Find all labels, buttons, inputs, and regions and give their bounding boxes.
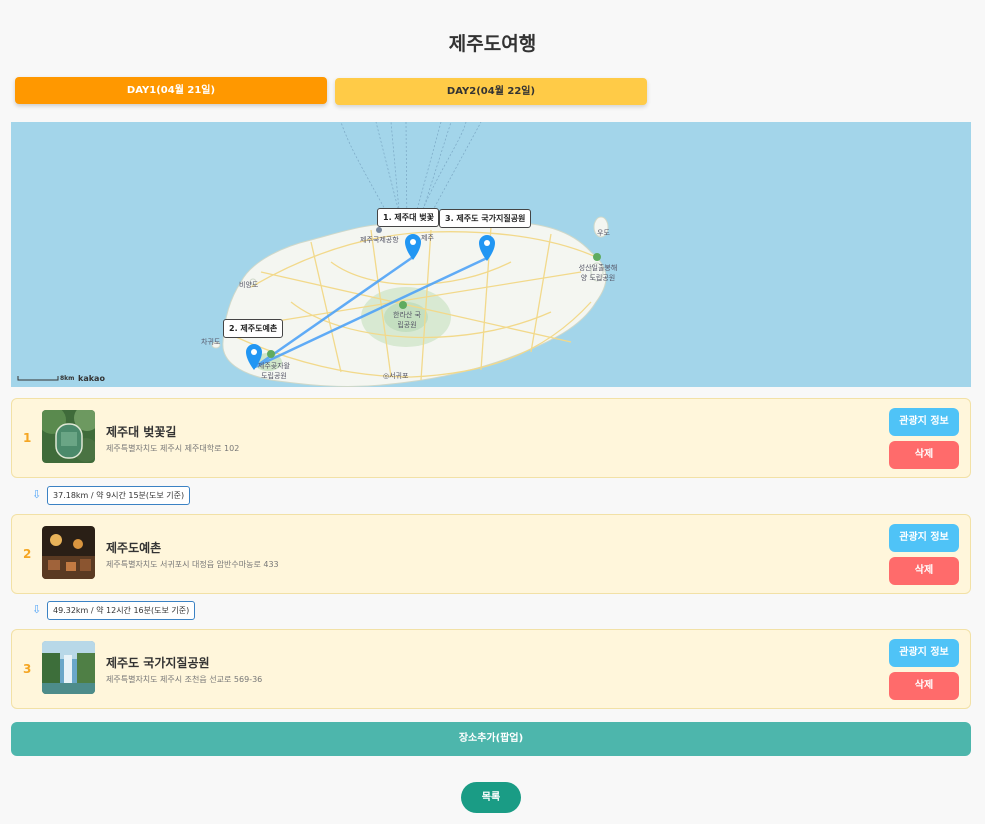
add-place-button[interactable]: 장소추가(팝업) xyxy=(11,722,971,756)
place-index: 2 xyxy=(23,547,32,561)
place-address: 제주특별자치도 서귀포시 대정읍 암반수마농로 433 xyxy=(106,560,279,569)
marker-3-label: 3. 제주도 국가지질공원 xyxy=(439,209,532,228)
place-thumbnail xyxy=(42,410,95,463)
airport-icon xyxy=(376,227,382,233)
down-arrow-icon: ⇩ xyxy=(32,488,42,501)
marker-2-label: 2. 제주도예촌 xyxy=(223,319,284,338)
place-name: 제주도예촌 xyxy=(106,541,162,555)
place-address: 제주특별자치도 제주시 제주대학로 102 xyxy=(106,444,240,453)
map-label-airport: 제주국제공항 xyxy=(360,236,399,244)
place-index: 1 xyxy=(23,431,32,445)
route-map[interactable]: 1. 제주대 벚꽃 2. 제주도예촌 3. 제주도 국가지질공원 제주국제공항 … xyxy=(11,122,971,387)
map-label-chagwido: 차귀도 xyxy=(201,338,221,346)
place-card: 2 제주도예촌 제주특별자치도 서귀포시 대정읍 암반수마농로 433 관광지 … xyxy=(11,514,971,594)
map-label-jeju: 제주 xyxy=(421,234,434,242)
map-label-biyangdo: 비양도 xyxy=(239,281,259,289)
kakao-logo: kakao xyxy=(78,374,105,383)
page-title: 제주도여행 xyxy=(448,33,537,55)
distance-badge: 49.32km / 약 12시간 16분(도보 기준) xyxy=(47,601,196,620)
map-canvas xyxy=(17,122,609,387)
scale-bar xyxy=(17,376,59,381)
place-index: 3 xyxy=(23,662,32,676)
place-name: 제주도 국가지질공원 xyxy=(106,656,210,670)
place-name: 제주대 벚꽃길 xyxy=(106,425,177,439)
place-info-button[interactable]: 관광지 정보 xyxy=(889,524,959,552)
place-address: 제주특별자치도 제주시 조천읍 선교로 569-36 xyxy=(106,675,263,684)
distance-badge: 37.18km / 약 9시간 15분(도보 기준) xyxy=(47,486,191,505)
park-icon xyxy=(267,350,275,358)
place-delete-button[interactable]: 삭제 xyxy=(889,557,959,585)
map-label-seongsan: 성산일출봉해양 도립공원 xyxy=(578,264,618,282)
place-info-button[interactable]: 관광지 정보 xyxy=(889,408,959,436)
tab-day2[interactable]: DAY2(04월 22일) xyxy=(335,78,647,105)
place-info-button[interactable]: 관광지 정보 xyxy=(889,639,959,667)
scale-label: 8km xyxy=(60,375,75,382)
place-thumbnail xyxy=(42,641,95,694)
place-delete-button[interactable]: 삭제 xyxy=(889,672,959,700)
map-label-hallasan: 한라산 국립공원 xyxy=(393,311,421,329)
place-thumbnail xyxy=(42,526,95,579)
marker-1-label: 1. 제주대 벚꽃 xyxy=(377,208,439,227)
list-button[interactable]: 목록 xyxy=(461,782,521,813)
park-icon xyxy=(399,301,407,309)
place-delete-button[interactable]: 삭제 xyxy=(889,441,959,469)
down-arrow-icon: ⇩ xyxy=(32,603,42,616)
map-label-forest-park: 제주곶자왈 도립공원 xyxy=(257,362,291,380)
tab-day1[interactable]: DAY1(04월 21일) xyxy=(15,77,327,104)
place-card: 3 제주도 국가지질공원 제주특별자치도 제주시 조천읍 선교로 569-36 … xyxy=(11,629,971,709)
place-card: 1 제주대 벚꽃길 제주특별자치도 제주시 제주대학로 102 관광지 정보 삭… xyxy=(11,398,971,478)
map-label-udo: 우도 xyxy=(597,229,610,237)
park-icon xyxy=(593,253,601,261)
map-label-seogwipo: ◎서귀포 xyxy=(383,372,409,380)
